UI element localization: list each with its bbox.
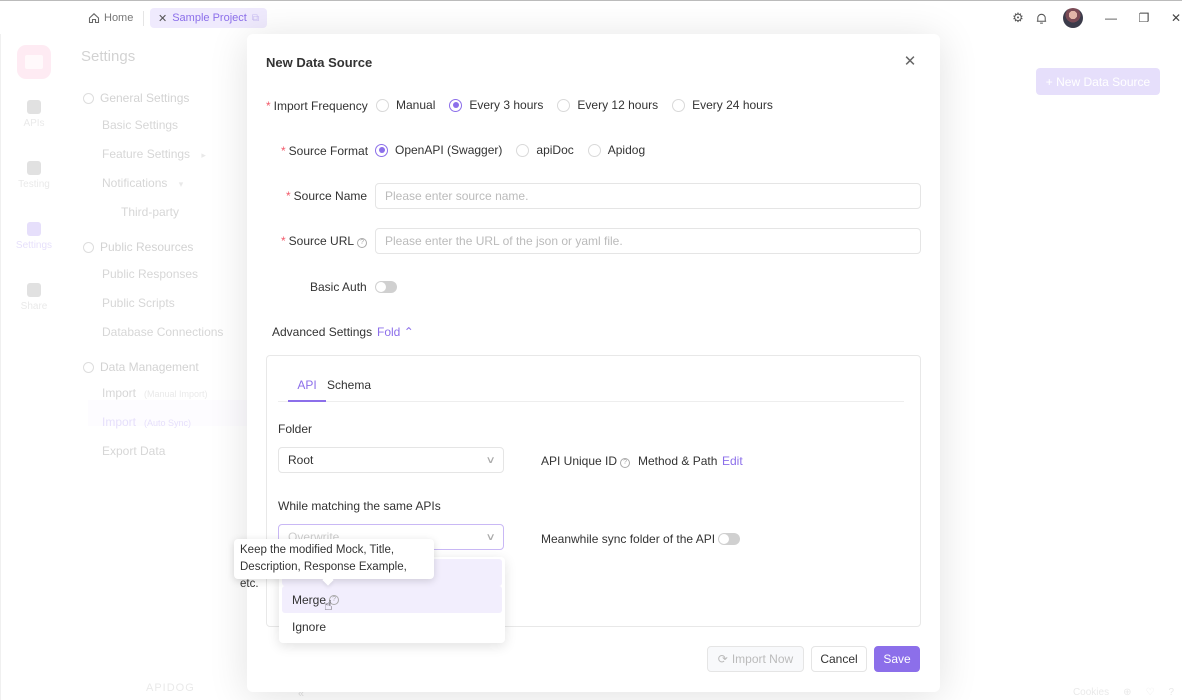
radio-label: Every 12 hours [577,98,659,112]
radio-every-3-hours[interactable]: Every 3 hours [449,98,543,112]
radio-manual[interactable]: Manual [376,98,435,112]
chevron-up-icon: ⌃ [403,325,414,339]
title-bar: Home ✕ Sample Project ⧉ ⚙ — ❐ ✕ [0,0,1182,34]
source-url-label: * Source URL? [281,234,368,248]
tab-api[interactable]: API [288,378,326,402]
label-text: Source Format [288,144,369,158]
save-button[interactable]: Save [874,646,920,672]
radio-circle [449,98,463,112]
modal-title: New Data Source [266,55,373,70]
sync-folder-label: Meanwhile sync folder of the API [541,532,716,546]
restore-icon[interactable]: ❐ [1136,10,1152,26]
required-mark: * [281,144,286,158]
help-icon[interactable]: ? [620,458,631,468]
label-text: Import Frequency [273,99,368,113]
import-frequency-label: * Import Frequency [266,99,368,113]
home-icon [88,13,100,24]
folder-label: Folder [278,422,313,436]
folder-select[interactable]: Root ∨ [278,447,504,473]
required-mark: * [266,99,271,113]
option-label: Merge [292,592,327,607]
tab-schema[interactable]: Schema [327,378,371,402]
required-mark: * [286,189,291,203]
fold-label: Fold [377,325,401,339]
radio-openapi[interactable]: OpenAPI (Swagger) [375,143,502,157]
radio-apidoc[interactable]: apiDoc [516,143,574,157]
import-frequency-radio-group: Manual Every 3 hours Every 12 hours Ever… [376,98,787,112]
refresh-icon: ⟳ [717,652,728,666]
bell-icon[interactable] [1033,10,1049,26]
radio-label: Apidog [607,143,646,157]
label-text: Source Name [293,189,368,203]
advanced-settings-label: Advanced Settings [272,325,373,339]
chevron-down-icon: ∨ [485,531,496,543]
radio-label: OpenAPI (Swagger) [395,143,503,157]
source-name-label: * Source Name [286,189,367,203]
close-icon[interactable]: ✕ [903,54,917,69]
tab-sample-project[interactable]: ✕ Sample Project ⧉ [150,8,267,28]
edit-link[interactable]: Edit [722,454,743,468]
api-unique-id-value: Method & Path [638,454,718,468]
folder-value: Root [288,453,314,467]
tab-divider [143,11,144,26]
tab-project-label: Sample Project [172,12,247,24]
radio-label: Manual [396,98,436,112]
sync-folder-toggle[interactable] [718,533,740,545]
dropdown-option-ignore[interactable]: Ignore [282,613,502,640]
source-name-input[interactable] [375,183,921,209]
label-text: Source URL [288,234,355,248]
radio-label: Every 24 hours [692,98,773,112]
api-unique-id-label: API Unique ID? [541,454,631,468]
label-text: API Unique ID [541,454,618,468]
radio-circle [375,143,388,157]
radio-circle [587,143,601,157]
source-format-label: * Source Format [281,144,368,158]
radio-label: Every 3 hours [469,98,544,112]
avatar[interactable] [1063,8,1083,28]
radio-circle [516,143,530,157]
close-tab-icon[interactable]: ✕ [158,12,167,25]
settings-icon[interactable]: ⚙ [1010,10,1026,26]
button-label: Import Now [731,652,794,666]
tab-home[interactable]: Home [88,9,133,27]
radio-label: apiDoc [536,143,574,157]
close-window-icon[interactable]: ✕ [1168,10,1182,26]
external-link-icon[interactable]: ⧉ [252,13,259,24]
source-url-input[interactable] [375,228,921,254]
fold-toggle[interactable]: Fold ⌃ [377,325,414,339]
hand-cursor-icon: ☝ [324,597,333,613]
minimize-icon[interactable]: — [1103,10,1119,26]
basic-auth-toggle[interactable] [375,281,397,293]
matching-label: While matching the same APIs [278,499,441,513]
dropdown-option-merge[interactable]: Merge? [282,586,502,613]
radio-every-24-hours[interactable]: Every 24 hours [672,98,773,112]
radio-circle [672,98,686,112]
import-now-button[interactable]: ⟳ Import Now [707,646,804,672]
source-format-radio-group: OpenAPI (Swagger) apiDoc Apidog [375,143,659,157]
chevron-down-icon: ∨ [485,454,496,466]
basic-auth-label: Basic Auth [310,280,367,294]
tab-home-label: Home [104,12,134,24]
radio-apidog[interactable]: Apidog [587,143,646,157]
cancel-button[interactable]: Cancel [811,646,867,672]
radio-circle [376,98,389,112]
radio-every-12-hours[interactable]: Every 12 hours [557,98,658,112]
help-icon[interactable]: ? [357,238,368,248]
advanced-tabs: API Schema [278,376,904,402]
merge-tooltip: Keep the modified Mock, Title, Descripti… [234,539,434,590]
radio-circle [557,98,571,112]
required-mark: * [281,234,286,248]
